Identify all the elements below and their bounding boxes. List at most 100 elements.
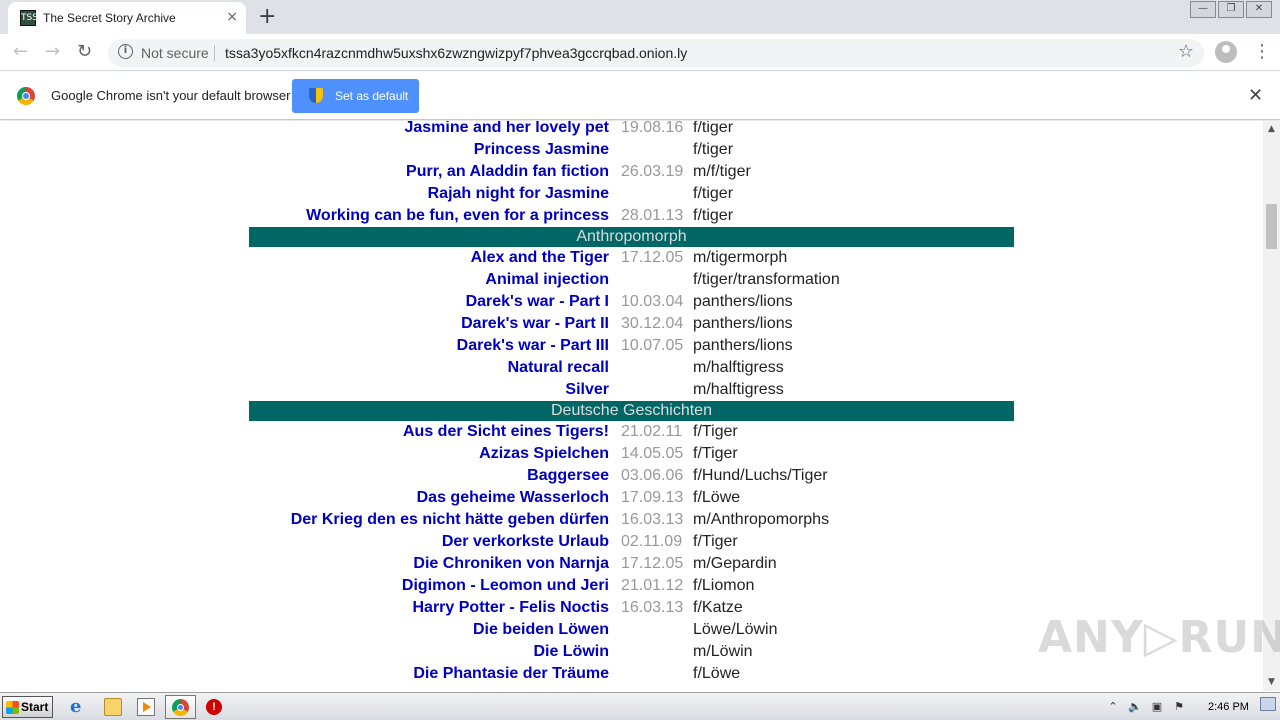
- story-row: Darek's war - Part I 10.03.04 panthers/lio…: [249, 291, 1014, 313]
- story-tags: Löwe/Löwin: [693, 621, 778, 638]
- story-row: Die Chroniken von Narnja 17.12.05 m/Gepard…: [249, 553, 1014, 575]
- network-icon[interactable]: ▣: [1149, 700, 1165, 714]
- back-arrow-icon[interactable]: ←: [13, 41, 28, 62]
- close-window-button[interactable]: ✕: [1246, 1, 1272, 18]
- story-table: Jasmine and her lovely pet 19.08.16 f/tige…: [249, 121, 1014, 685]
- vertical-scrollbar[interactable]: ▲ ▼: [1263, 121, 1280, 691]
- story-date: 14.05.05: [621, 445, 684, 462]
- story-row: Working can be fun, even for a princess 2…: [249, 205, 1014, 227]
- story-title-link[interactable]: Der verkorkste Urlaub: [249, 531, 621, 553]
- url-text[interactable]: tssa3yo5xfkcn4razcnmdhw5uxshx6zwzngwizpy…: [225, 45, 687, 61]
- set-as-default-button[interactable]: Set as default: [292, 79, 419, 113]
- story-title-link[interactable]: Darek's war - Part III: [249, 335, 621, 357]
- story-title-link[interactable]: Baggersee: [249, 465, 621, 487]
- story-title-link[interactable]: Das geheime Wasserloch: [249, 487, 621, 509]
- story-date: 16.03.13: [621, 511, 684, 528]
- show-desktop-icon[interactable]: [1260, 697, 1276, 711]
- story-tags: f/Tiger: [693, 423, 738, 440]
- profile-avatar-icon[interactable]: [1215, 41, 1237, 63]
- security-label[interactable]: Not secure: [141, 45, 209, 61]
- story-tags: f/Katze: [693, 599, 743, 616]
- story-title-link[interactable]: Rajah night for Jasmine: [249, 183, 621, 205]
- story-title-link[interactable]: Darek's war - Part II: [249, 313, 621, 335]
- story-row: Animal injection f/tiger/transformation: [249, 269, 1014, 291]
- story-title-link[interactable]: Natural recall: [249, 357, 621, 379]
- story-date: [621, 139, 693, 161]
- story-title-link[interactable]: Digimon - Leomon und Jeri: [249, 575, 621, 597]
- story-title-link[interactable]: Der Krieg den es nicht hätte geben dürfe…: [249, 509, 621, 531]
- internet-explorer-icon[interactable]: e: [70, 698, 88, 716]
- tab-close-icon[interactable]: ×: [226, 9, 238, 25]
- chrome-menu-icon[interactable]: ⋮: [1253, 41, 1271, 62]
- story-row: Jasmine and her lovely pet 19.08.16 f/tige…: [249, 121, 1014, 139]
- story-date: 17.09.13: [621, 489, 684, 506]
- restore-button[interactable]: ❐: [1218, 1, 1244, 18]
- story-title-link[interactable]: Die Löwin: [249, 641, 621, 663]
- story-title-link[interactable]: Die beiden Löwen: [249, 619, 621, 641]
- forward-arrow-icon[interactable]: →: [45, 41, 60, 62]
- story-title-link[interactable]: Alex and the Tiger: [249, 247, 621, 269]
- story-title-link[interactable]: Die Phantasie der Träume: [249, 663, 621, 685]
- windows-flag-icon: [6, 701, 19, 714]
- story-tags: f/Löwe: [693, 489, 741, 506]
- story-title-link[interactable]: Harry Potter - Felis Noctis: [249, 597, 621, 619]
- story-date: 10.07.05: [621, 337, 684, 354]
- scroll-down-icon[interactable]: ▼: [1263, 674, 1280, 691]
- story-date: [621, 663, 693, 685]
- story-row: Darek's war - Part II 30.12.04 panthers/li…: [249, 313, 1014, 335]
- story-title-link[interactable]: Azizas Spielchen: [249, 443, 621, 465]
- new-tab-button[interactable]: +: [258, 4, 276, 29]
- media-player-icon[interactable]: [137, 698, 155, 716]
- start-button[interactable]: Start: [2, 696, 53, 718]
- volume-icon[interactable]: 🔈: [1127, 700, 1143, 714]
- story-tags: f/tiger: [693, 185, 734, 202]
- story-title-link[interactable]: Working can be fun, even for a princess: [249, 205, 621, 227]
- windows-taskbar: Start e ! ⌃ 🔈 ▣ ⚑ 2:46 PM: [0, 692, 1280, 720]
- story-title-link[interactable]: Darek's war - Part I: [249, 291, 621, 313]
- archive-favicon-icon: TSS: [20, 10, 38, 26]
- story-row: Harry Potter - Felis Noctis 16.03.13 f/Kat…: [249, 597, 1014, 619]
- story-row: Digimon - Leomon und Jeri 21.01.12 f/Liomo…: [249, 575, 1014, 597]
- address-bar[interactable]: i Not secure tssa3yo5xfkcn4razcnmdhw5uxs…: [108, 39, 1204, 67]
- story-title-link[interactable]: Silver: [249, 379, 621, 401]
- story-row: Rajah night for Jasmine f/tiger: [249, 183, 1014, 205]
- file-explorer-icon[interactable]: [104, 698, 122, 716]
- story-tags: panthers/lions: [693, 315, 793, 332]
- action-center-flag-icon[interactable]: ⚑: [1171, 700, 1187, 714]
- story-tags: panthers/lions: [693, 337, 793, 354]
- bookmark-star-icon[interactable]: ☆: [1178, 41, 1194, 62]
- story-row: Der verkorkste Urlaub 02.11.09 f/Tiger: [249, 531, 1014, 553]
- story-title-link[interactable]: Aus der Sicht eines Tigers!: [249, 421, 621, 443]
- story-row: Die Löwin m/Löwin: [249, 641, 1014, 663]
- infobar-close-icon[interactable]: ✕: [1248, 85, 1263, 106]
- category-title: Anthropomorph: [249, 227, 1014, 247]
- story-title-link[interactable]: Die Chroniken von Narnja: [249, 553, 621, 575]
- story-title-link[interactable]: Jasmine and her lovely pet: [249, 121, 621, 139]
- tab-secret-story-archive[interactable]: TSS The Secret Story Archive ×: [8, 2, 246, 34]
- info-icon[interactable]: i: [118, 44, 133, 59]
- story-tags: f/Löwe: [693, 665, 741, 682]
- minimize-button[interactable]: —: [1190, 1, 1216, 18]
- address-separator: [214, 45, 215, 61]
- scrollbar-thumb[interactable]: [1266, 204, 1277, 249]
- taskbar-chrome-button[interactable]: [165, 695, 196, 719]
- story-tags: f/Hund/Luchs/Tiger: [693, 467, 828, 484]
- window-controls: — ❐ ✕: [1188, 1, 1272, 19]
- category-header: Anthropomorph: [249, 227, 1014, 247]
- scroll-up-icon[interactable]: ▲: [1263, 121, 1280, 138]
- story-date: 19.08.16: [621, 121, 684, 136]
- story-row: Darek's war - Part III 10.07.05 panthers/l…: [249, 335, 1014, 357]
- tray-expand-icon[interactable]: ⌃: [1105, 700, 1121, 714]
- story-title-link[interactable]: Animal injection: [249, 269, 621, 291]
- story-title-link[interactable]: Princess Jasmine: [249, 139, 621, 161]
- stop-sign-icon[interactable]: !: [206, 699, 222, 715]
- story-title-link[interactable]: Purr, an Aladdin fan fiction: [249, 161, 621, 183]
- story-tags: f/Liomon: [693, 577, 755, 594]
- infobar-message: Google Chrome isn't your default browser: [51, 88, 291, 103]
- story-row: Die Phantasie der Träume f/Löwe: [249, 663, 1014, 685]
- story-date: 03.06.06: [621, 467, 684, 484]
- story-date: [621, 357, 693, 379]
- reload-icon[interactable]: ↻: [77, 41, 92, 62]
- uac-shield-icon: [309, 88, 323, 103]
- taskbar-clock[interactable]: 2:46 PM: [1208, 701, 1249, 713]
